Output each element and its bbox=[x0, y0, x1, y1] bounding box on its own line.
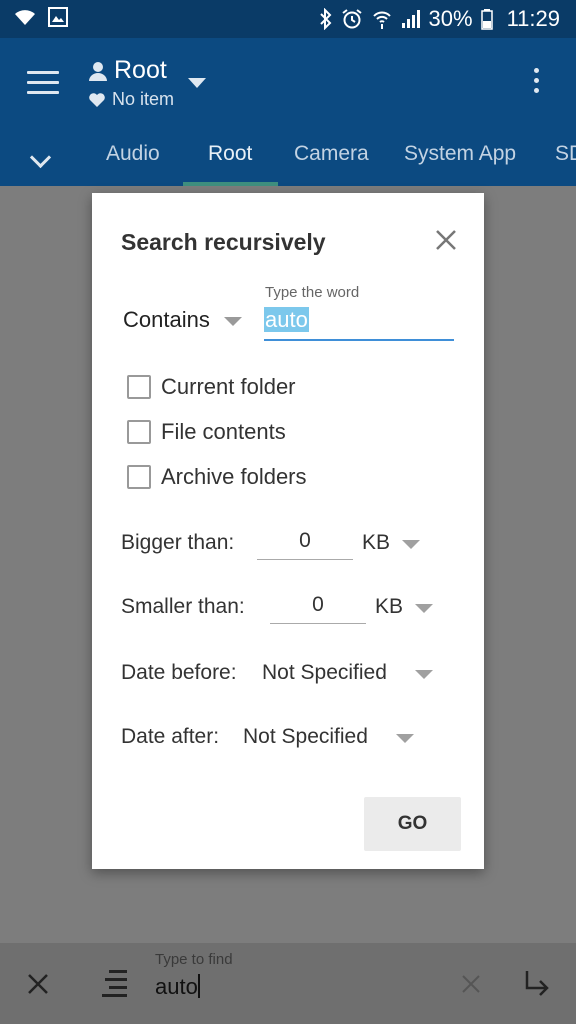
match-mode-value: Contains bbox=[123, 307, 210, 332]
file-contents-label: File contents bbox=[161, 419, 286, 444]
text-cursor bbox=[197, 974, 200, 998]
file-contents-checkbox[interactable] bbox=[127, 420, 151, 444]
word-field-label: Type the word bbox=[265, 284, 360, 301]
smaller-than-unit[interactable]: KB bbox=[375, 595, 403, 619]
tab-bar: Audio Root Camera System App SD bbox=[0, 136, 576, 186]
alarm-icon bbox=[341, 9, 362, 29]
find-bar: Type to find auto bbox=[0, 943, 576, 1024]
bigger-than-unit[interactable]: KB bbox=[362, 531, 390, 555]
tab-camera[interactable]: Camera bbox=[294, 142, 369, 166]
chevron-down-icon[interactable] bbox=[29, 146, 52, 169]
filter-list-icon[interactable] bbox=[101, 968, 129, 998]
dropdown-caret-icon[interactable] bbox=[415, 604, 433, 613]
app-bar: Root No item Audio Root Camera System Ap… bbox=[0, 38, 576, 186]
menu-icon[interactable] bbox=[27, 71, 59, 95]
match-mode-select[interactable]: Contains bbox=[123, 307, 242, 333]
archive-folders-option[interactable]: Archive folders bbox=[127, 464, 307, 490]
go-button[interactable]: GO bbox=[364, 797, 461, 851]
dropdown-caret-icon[interactable] bbox=[402, 540, 420, 549]
search-word-value: auto bbox=[264, 307, 309, 332]
current-folder-option[interactable]: Current folder bbox=[127, 374, 296, 400]
clock: 11:29 bbox=[506, 6, 560, 31]
date-after-label: Date after: bbox=[121, 725, 220, 748]
archive-folders-label: Archive folders bbox=[161, 464, 307, 489]
tab-indicator bbox=[183, 182, 278, 186]
enter-arrow-icon[interactable] bbox=[522, 968, 552, 998]
dialog-title: Search recursively bbox=[121, 229, 326, 255]
archive-folders-checkbox[interactable] bbox=[127, 465, 151, 489]
image-icon bbox=[48, 7, 68, 27]
date-after-select[interactable]: Not Specified bbox=[243, 725, 368, 749]
battery-percent: 30% bbox=[428, 6, 473, 31]
wifi-icon bbox=[15, 10, 35, 25]
find-field-label: Type to find bbox=[155, 951, 233, 968]
bigger-than-input[interactable]: 0 bbox=[257, 529, 353, 560]
clear-icon[interactable] bbox=[461, 974, 481, 994]
date-before-label: Date before: bbox=[121, 661, 237, 684]
tab-sd[interactable]: SD bbox=[555, 142, 576, 166]
wifi-calling-icon bbox=[372, 11, 391, 29]
search-dialog: Search recursively Contains Type the wor… bbox=[92, 193, 484, 869]
dropdown-caret-icon[interactable] bbox=[396, 734, 414, 743]
battery-icon bbox=[480, 9, 493, 30]
file-contents-option[interactable]: File contents bbox=[127, 419, 286, 445]
overflow-menu-icon[interactable] bbox=[534, 68, 542, 98]
find-input-value: auto bbox=[155, 974, 198, 999]
tab-system-app[interactable]: System App bbox=[404, 142, 516, 166]
close-icon[interactable] bbox=[26, 972, 50, 996]
tab-root[interactable]: Root bbox=[208, 142, 252, 166]
current-folder-label: Current folder bbox=[161, 374, 296, 399]
bigger-than-label: Bigger than: bbox=[121, 531, 235, 554]
smaller-than-input[interactable]: 0 bbox=[270, 593, 366, 624]
dropdown-caret-icon[interactable] bbox=[188, 78, 206, 88]
current-folder-checkbox[interactable] bbox=[127, 375, 151, 399]
date-before-select[interactable]: Not Specified bbox=[262, 661, 387, 685]
user-icon bbox=[89, 61, 107, 81]
dropdown-caret-icon bbox=[223, 316, 242, 326]
location-selector[interactable]: Root No item bbox=[88, 56, 174, 110]
smaller-than-label: Smaller than: bbox=[121, 595, 245, 618]
app-subtitle: No item bbox=[112, 89, 175, 109]
heart-icon bbox=[89, 92, 105, 107]
tab-audio[interactable]: Audio bbox=[106, 142, 160, 166]
search-word-input[interactable]: auto bbox=[264, 307, 454, 341]
signal-icon bbox=[401, 10, 420, 28]
app-title: Root bbox=[114, 56, 167, 84]
dropdown-caret-icon[interactable] bbox=[415, 670, 433, 679]
find-input[interactable]: auto bbox=[155, 974, 200, 1000]
status-bar: 30% 11:29 bbox=[0, 0, 576, 38]
bluetooth-icon bbox=[319, 8, 331, 30]
close-icon[interactable] bbox=[432, 226, 460, 254]
